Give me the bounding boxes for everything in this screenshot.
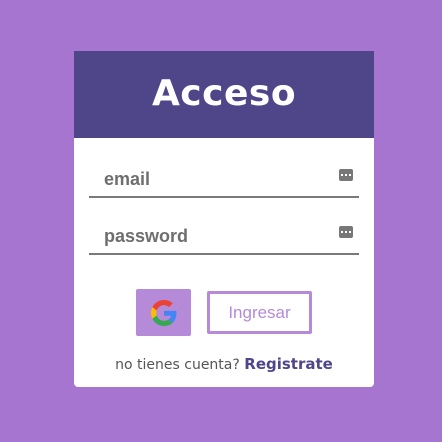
google-login-button[interactable]	[136, 289, 191, 336]
login-card: Acceso Ingresar no tienes cuenta? Regist…	[74, 51, 374, 387]
password-field-wrapper	[89, 219, 359, 255]
page-title: Acceso	[151, 73, 297, 114]
email-field[interactable]	[89, 164, 336, 194]
email-field-wrapper	[89, 162, 359, 198]
no-account-text: no tienes cuenta?	[115, 357, 240, 373]
keyboard-icon	[339, 226, 353, 238]
keyboard-icon	[339, 169, 353, 181]
login-button[interactable]: Ingresar	[207, 291, 312, 334]
register-prompt: no tienes cuenta? Registrate	[74, 355, 374, 373]
card-header: Acceso	[74, 51, 374, 138]
password-field[interactable]	[89, 221, 336, 251]
register-link[interactable]: Registrate	[244, 355, 333, 373]
google-icon	[150, 299, 176, 326]
